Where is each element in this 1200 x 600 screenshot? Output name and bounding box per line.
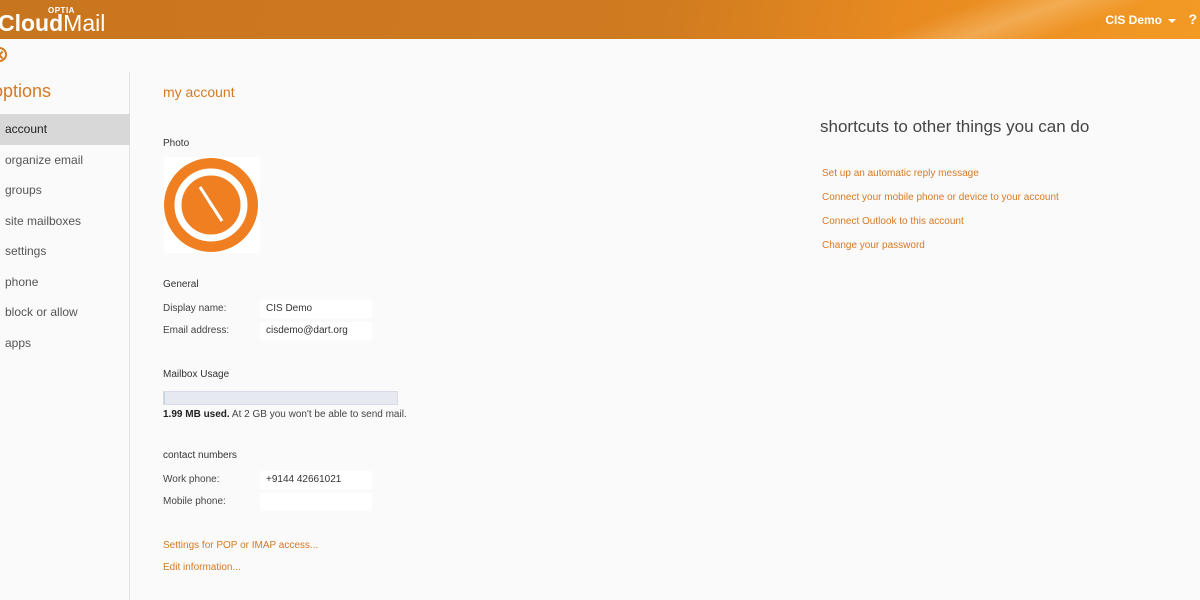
sidebar-item-apps[interactable]: apps: [0, 328, 130, 359]
help-button[interactable]: ?: [1188, 11, 1197, 27]
sidebar-item-phone[interactable]: phone: [0, 267, 130, 298]
user-name: CIS Demo: [1105, 13, 1162, 27]
sidebar-nav: account organize email groups site mailb…: [0, 114, 130, 358]
email-address-label: Email address:: [163, 325, 230, 336]
automatic-reply-link[interactable]: Set up an automatic reply message: [822, 168, 979, 179]
usage-amount: 1.99 MB used.: [163, 409, 230, 420]
email-address-field[interactable]: cisdemo@dart.org: [260, 322, 372, 340]
mailbox-usage-label: Mailbox Usage: [163, 369, 230, 380]
avatar[interactable]: [164, 157, 260, 253]
top-bar: OPTIA CloudMail CIS Demo ?: [0, 0, 1200, 39]
sidebar-item-groups[interactable]: groups: [0, 175, 130, 206]
connect-mobile-link[interactable]: Connect your mobile phone or device to y…: [822, 192, 1059, 203]
edit-information-link[interactable]: Edit information...: [163, 562, 241, 573]
sidebar-title: options: [0, 81, 52, 101]
display-name-label: Display name:: [163, 303, 227, 314]
compass-icon: [164, 158, 258, 252]
mobile-phone-field[interactable]: [260, 493, 372, 511]
connect-outlook-link[interactable]: Connect Outlook to this account: [822, 216, 964, 227]
logo-cloud: Cloud: [0, 10, 64, 36]
sidebar-item-settings[interactable]: settings: [0, 236, 130, 267]
display-name-field[interactable]: CIS Demo: [260, 300, 372, 318]
sidebar-item-site-mailboxes[interactable]: site mailboxes: [0, 206, 130, 237]
logo-cloudmail: CloudMail: [0, 10, 105, 36]
sidebar: options account organize email groups si…: [0, 72, 130, 600]
general-label: General: [163, 279, 199, 290]
pop-imap-settings-link[interactable]: Settings for POP or IMAP access...: [163, 540, 318, 551]
back-arrow-icon[interactable]: [0, 47, 7, 62]
work-phone-field[interactable]: +9144 42661021: [260, 471, 372, 489]
shortcuts-title: shortcuts to other things you can do: [820, 117, 1090, 136]
change-password-link[interactable]: Change your password: [822, 240, 925, 251]
photo-label: Photo: [163, 138, 190, 149]
page-title: my account: [163, 84, 235, 100]
contact-numbers-label: contact numbers: [163, 450, 237, 461]
usage-note: At 2 GB you won't be able to send mail.: [229, 409, 407, 420]
mobile-phone-label: Mobile phone:: [163, 496, 226, 507]
work-phone-label: Work phone:: [163, 474, 220, 485]
mailbox-usage-bar: [163, 391, 398, 405]
mailbox-usage-text: 1.99 MB used. At 2 GB you won't be able …: [163, 409, 407, 420]
sidebar-item-block-or-allow[interactable]: block or allow: [0, 297, 130, 328]
user-menu[interactable]: CIS Demo: [1105, 13, 1176, 27]
logo-mail: Mail: [63, 10, 106, 36]
chevron-down-icon: [1168, 18, 1176, 23]
sidebar-item-organize-email[interactable]: organize email: [0, 145, 130, 176]
sidebar-item-account[interactable]: account: [0, 114, 130, 145]
